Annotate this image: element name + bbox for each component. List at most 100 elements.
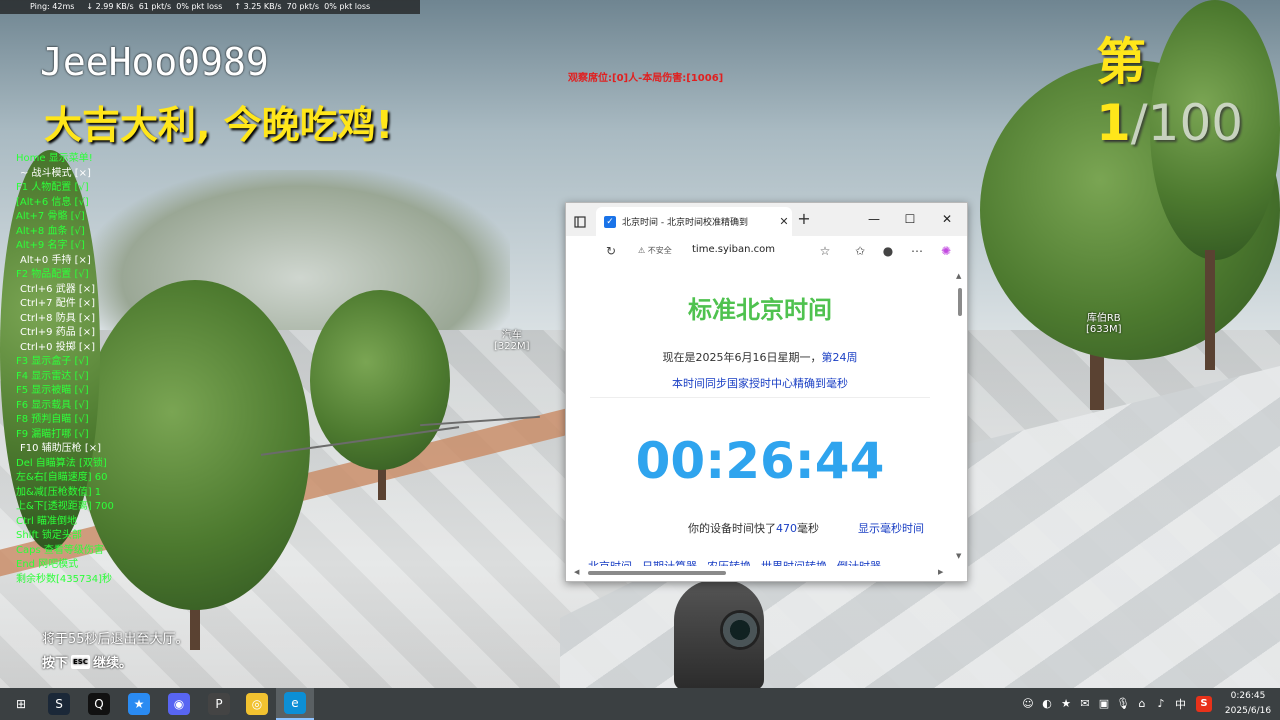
- week-link[interactable]: 第24周: [822, 351, 858, 364]
- browser-window: ✓ 北京时间 - 北京时间校准精确到 ✕ + — ☐ ✕ ↻ ⚠ 不安全 tim…: [565, 202, 968, 582]
- tray-star-icon[interactable]: ★: [1058, 696, 1074, 712]
- exit-countdown-message: 将于55秒后退出至大厅。: [42, 632, 189, 647]
- overlay-menu-item: F8 预判自瞄 [√]: [16, 414, 89, 425]
- browser-toolbar: ↻ ⚠ 不安全 time.syiban.com ☆ ✩ ● ⋯ ✺: [566, 236, 967, 266]
- tray-monitor-icon[interactable]: ▣: [1096, 696, 1112, 712]
- favorites-icon[interactable]: ✩: [853, 244, 867, 258]
- overlay-menu-item: Ctrl+8 防具 [×]: [20, 312, 96, 324]
- vertical-scroll-thumb[interactable]: [958, 288, 962, 316]
- microphone-icon[interactable]: 🎙: [1115, 696, 1131, 712]
- link-countdown[interactable]: 倒计时器: [837, 558, 881, 566]
- taskbar-qq-button[interactable]: Q: [80, 688, 118, 720]
- tab-close-icon[interactable]: ✕: [776, 215, 792, 228]
- favorite-star-icon[interactable]: ☆: [818, 244, 832, 258]
- overlay-menu-item: Alt+0 手持 [×]: [20, 254, 91, 266]
- overlay-menu-item: Ctrl 瞄准倒地: [16, 515, 77, 527]
- player-name: JeeHoo0989: [40, 40, 269, 84]
- profile-icon[interactable]: ●: [881, 244, 895, 258]
- edge-icon: e: [284, 692, 306, 714]
- pubg-icon: P: [208, 693, 230, 715]
- overlay-menu-item: F2 物品配置 [√]: [16, 269, 89, 280]
- overlay-menu-item: ~ 战斗模式 [×]: [20, 167, 91, 179]
- show-ms-link[interactable]: 显示毫秒时间: [858, 520, 924, 536]
- weapon-scope: [674, 580, 764, 690]
- link-world-time[interactable]: 世界时间转换: [761, 558, 827, 566]
- overlay-menu-item: Ctrl+6 武器 [×]: [20, 283, 96, 295]
- taskbar-edge-button[interactable]: e: [276, 688, 314, 720]
- overlay-menu-item: Del 自瞄算法 [双锁]: [16, 457, 107, 469]
- link-date-calc[interactable]: 日期计算器: [642, 558, 697, 566]
- taskbar-star-app-button[interactable]: ★: [120, 688, 158, 720]
- taskbar-steam-button[interactable]: S: [40, 688, 78, 720]
- site-favicon-icon: ✓: [604, 215, 616, 228]
- qq-icon: Q: [88, 693, 110, 715]
- taskbar-windows-start-button[interactable]: ⊞: [2, 688, 40, 720]
- close-window-icon[interactable]: ✕: [935, 209, 959, 229]
- rank-display: 第1/100: [1096, 33, 1244, 152]
- new-tab-icon[interactable]: +: [796, 211, 812, 227]
- discord-like-icon: ◉: [168, 693, 190, 715]
- overlay-menu-item: F3 显示盒子 [√]: [16, 356, 89, 367]
- copilot-icon[interactable]: ✺: [939, 244, 953, 258]
- overlay-menu-item: Alt+7 骨骼 [√]: [16, 211, 85, 222]
- sync-info-link[interactable]: 本时间同步国家授时中心精确到毫秒: [566, 375, 954, 398]
- overlay-menu-item: Ctrl+7 配件 [×]: [20, 298, 96, 309]
- vertical-scrollbar[interactable]: ▲ ▼: [954, 266, 966, 566]
- tab-actions-icon[interactable]: [574, 213, 586, 228]
- overlay-menu-item: Alt+9 名字 [√]: [16, 240, 85, 251]
- page-title: 标准北京时间: [688, 296, 832, 324]
- spectator-damage-status: 观察席位:[0]人-本局伤害:[1006]: [568, 73, 724, 84]
- tree-trunk: [1205, 250, 1215, 370]
- windows-start-icon: ⊞: [10, 693, 32, 715]
- horizontal-scrollbar[interactable]: ◀ ▶: [566, 566, 954, 580]
- network-icon[interactable]: ⌂: [1134, 696, 1150, 712]
- download-stats: ↓ 2.99 KB/s 61 pkt/s 0% pkt loss: [86, 2, 223, 11]
- taskbar-discord-like-button[interactable]: ◉: [160, 688, 198, 720]
- upload-stats: ↑ 3.25 KB/s 70 pkt/s 0% pkt loss: [234, 2, 371, 11]
- current-date: 现在是2025年6月16日星期一，第24周: [662, 351, 858, 364]
- tab-strip: ✓ 北京时间 - 北京时间校准精确到 ✕ + — ☐ ✕: [566, 203, 967, 236]
- minimize-icon[interactable]: —: [862, 209, 886, 229]
- taskbar-owl-app-button[interactable]: ◎: [238, 688, 276, 720]
- taskbar-date[interactable]: 2025/6/16: [1222, 706, 1274, 716]
- device-time-diff: 你的设备时间快了470毫秒: [688, 522, 819, 535]
- owl-app-icon: ◎: [246, 693, 268, 715]
- link-lunar[interactable]: 农历转换: [707, 558, 751, 566]
- tray-wechat-icon[interactable]: ✉: [1077, 696, 1093, 712]
- input-language[interactable]: 中: [1175, 696, 1186, 712]
- refresh-icon[interactable]: ↻: [604, 244, 618, 258]
- player-marker: 库伯RB [633M]: [1086, 313, 1122, 335]
- overlay-menu-item: Home 显示菜单!: [16, 153, 93, 164]
- winner-message: 大吉大利, 今晚吃鸡!: [44, 103, 393, 147]
- address-bar[interactable]: time.syiban.com: [692, 244, 775, 255]
- security-indicator[interactable]: ⚠ 不安全: [638, 245, 672, 256]
- overlay-menu-item: F6 显示载具 [√]: [16, 399, 89, 411]
- taskbar-pubg-button[interactable]: P: [200, 688, 238, 720]
- taskbar-time[interactable]: 0:26:45: [1226, 691, 1270, 701]
- sogou-input-icon[interactable]: S: [1196, 696, 1212, 712]
- tab-beijing-time[interactable]: ✓ 北京时间 - 北京时间校准精确到 ✕: [596, 207, 792, 236]
- steam-icon: S: [48, 693, 70, 715]
- more-options-icon[interactable]: ⋯: [910, 244, 924, 258]
- overlay-menu-item: Ctrl+0 投掷 [×]: [20, 341, 96, 353]
- overlay-menu-item: 左&右[自瞄速度] 60: [16, 472, 108, 483]
- esc-key-icon[interactable]: ESC: [71, 654, 90, 669]
- horizontal-scroll-thumb[interactable]: [588, 571, 726, 575]
- tray-app-icon[interactable]: ☺: [1020, 696, 1036, 712]
- tab-title: 北京时间 - 北京时间校准精确到: [622, 218, 748, 228]
- bottom-links: 北京时间 日期计算器 农历转换 世界时间转换 倒计时器: [588, 558, 881, 566]
- tray-steam-icon[interactable]: ◐: [1039, 696, 1055, 712]
- overlay-menu-item: 剩余秒数[435734]秒: [16, 573, 112, 585]
- taskbar: ⊞ S Q ★ ◉ P ◎ e ☺ ◐ ★ ✉ ▣ 🎙 ⌂ ♪ 中 S 0:26:45 202…: [0, 688, 1280, 720]
- continue-prompt: 按下 ESC 继续。: [42, 654, 132, 671]
- volume-icon[interactable]: ♪: [1153, 696, 1169, 712]
- link-beijing-time[interactable]: 北京时间: [588, 558, 632, 566]
- overlay-menu-item: 上&下[透视距离] 700: [16, 501, 114, 512]
- maximize-icon[interactable]: ☐: [898, 209, 922, 229]
- overlay-menu-item: Alt+8 血条 [√]: [16, 225, 85, 237]
- ping-text: Ping: 42ms: [30, 2, 75, 11]
- overlay-menu-item: Caps 查看等级伤害: [16, 544, 104, 556]
- page-content: 标准北京时间 现在是2025年6月16日星期一，第24周 本时间同步国家授时中心…: [566, 266, 954, 566]
- overlay-menu-item: F10 辅助压枪 [×]: [20, 443, 102, 454]
- beijing-clock: 00:26:44: [635, 432, 885, 490]
